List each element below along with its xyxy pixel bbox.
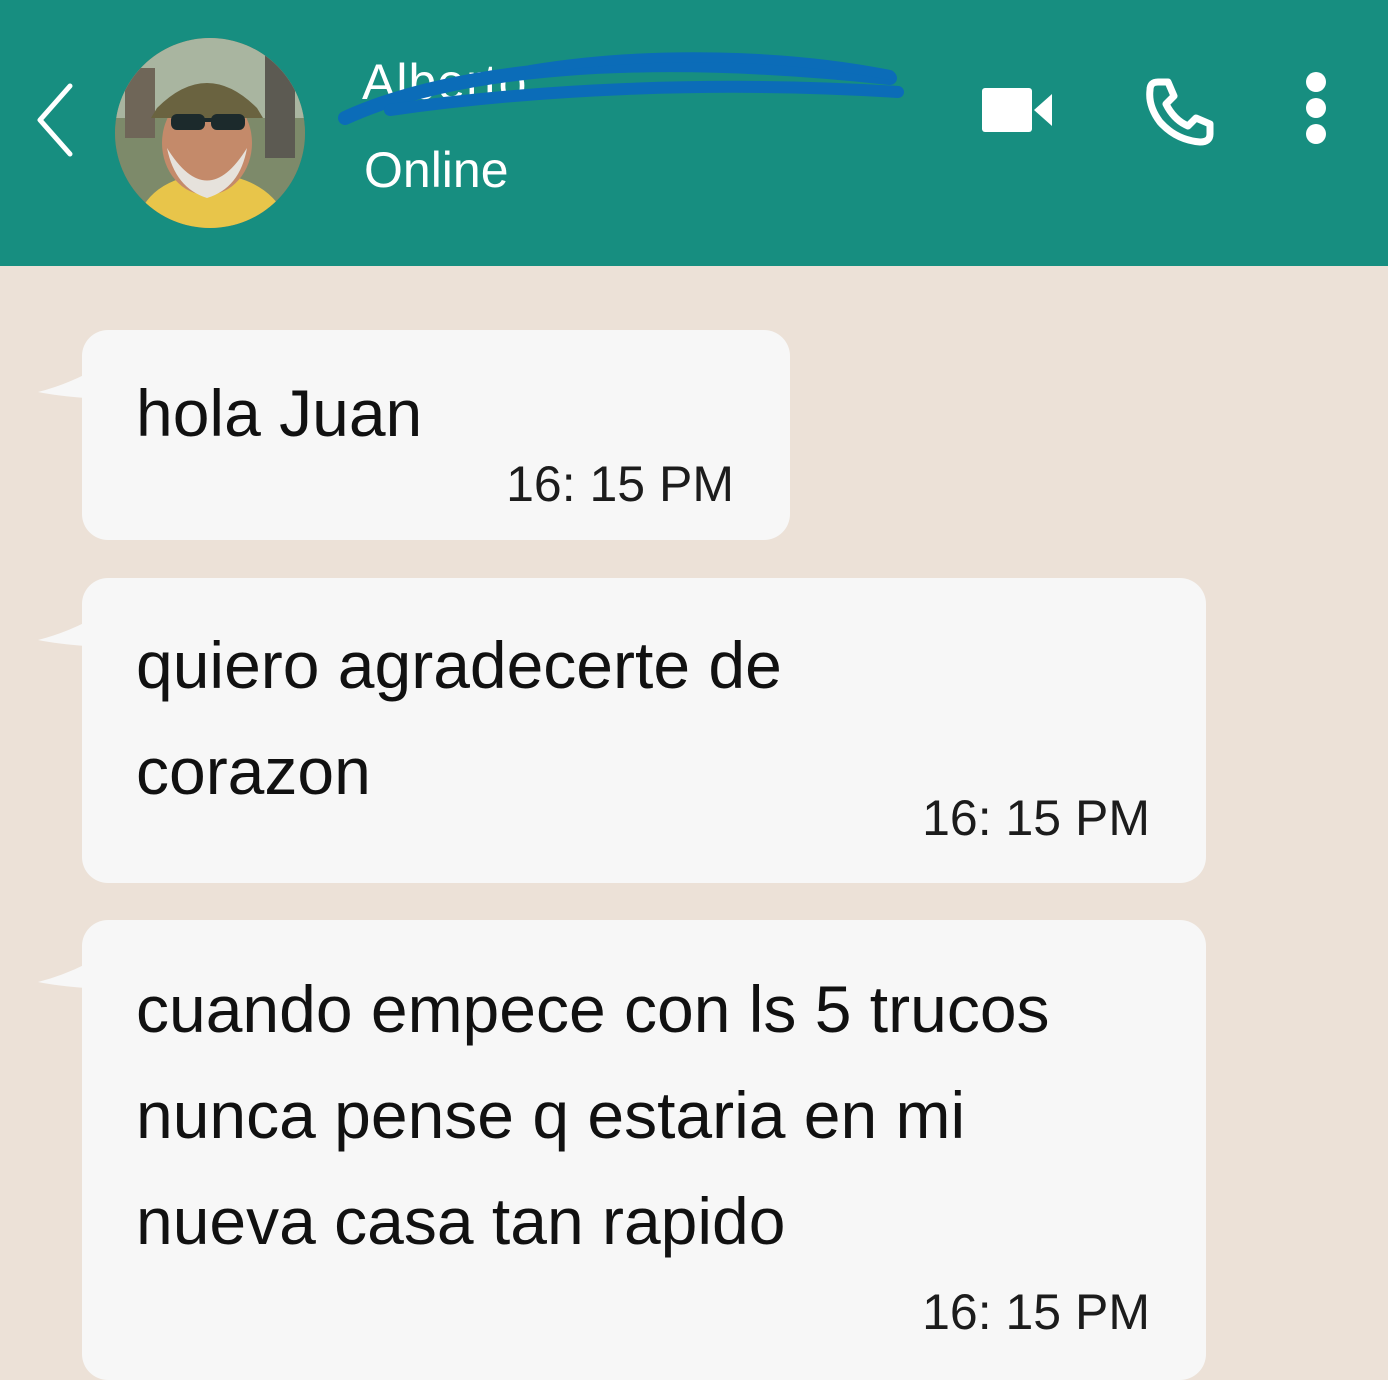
message-bubble[interactable]: quiero agradecerte de corazon 16: 15 PM bbox=[38, 578, 1206, 883]
chevron-left-icon bbox=[37, 83, 73, 157]
name-redaction-scribble bbox=[338, 52, 904, 125]
back-button[interactable] bbox=[28, 70, 88, 170]
bubble-tail bbox=[38, 622, 86, 646]
message-text: cuando empece con ls 5 trucos nunca pens… bbox=[136, 972, 1050, 1258]
message-text: quiero agradecerte de corazon bbox=[136, 628, 782, 808]
voice-call-button[interactable] bbox=[1144, 76, 1216, 148]
phone-icon bbox=[1146, 78, 1214, 146]
video-call-button[interactable] bbox=[976, 80, 1058, 140]
message-time: 16: 15 PM bbox=[922, 1284, 1150, 1340]
message-bubble[interactable]: cuando empece con ls 5 trucos nunca pens… bbox=[38, 920, 1206, 1380]
message-time: 16: 15 PM bbox=[922, 790, 1150, 846]
bubble-tail bbox=[38, 374, 86, 398]
bubble-tail bbox=[38, 964, 86, 988]
video-camera-icon bbox=[982, 88, 1052, 132]
chat-header: Alberto Online bbox=[0, 0, 1388, 266]
chat-area[interactable]: hola Juan 16: 15 PM quiero agradecerte d… bbox=[0, 266, 1388, 1380]
contact-status: Online bbox=[364, 142, 509, 198]
vertical-dots-icon bbox=[1306, 72, 1326, 144]
message-time: 16: 15 PM bbox=[506, 456, 734, 512]
contact-avatar[interactable] bbox=[115, 38, 305, 228]
more-options-button[interactable] bbox=[1296, 70, 1336, 150]
message-bubble[interactable]: hola Juan 16: 15 PM bbox=[38, 330, 790, 540]
message-text: hola Juan bbox=[136, 376, 423, 450]
avatar-photo bbox=[115, 38, 305, 228]
